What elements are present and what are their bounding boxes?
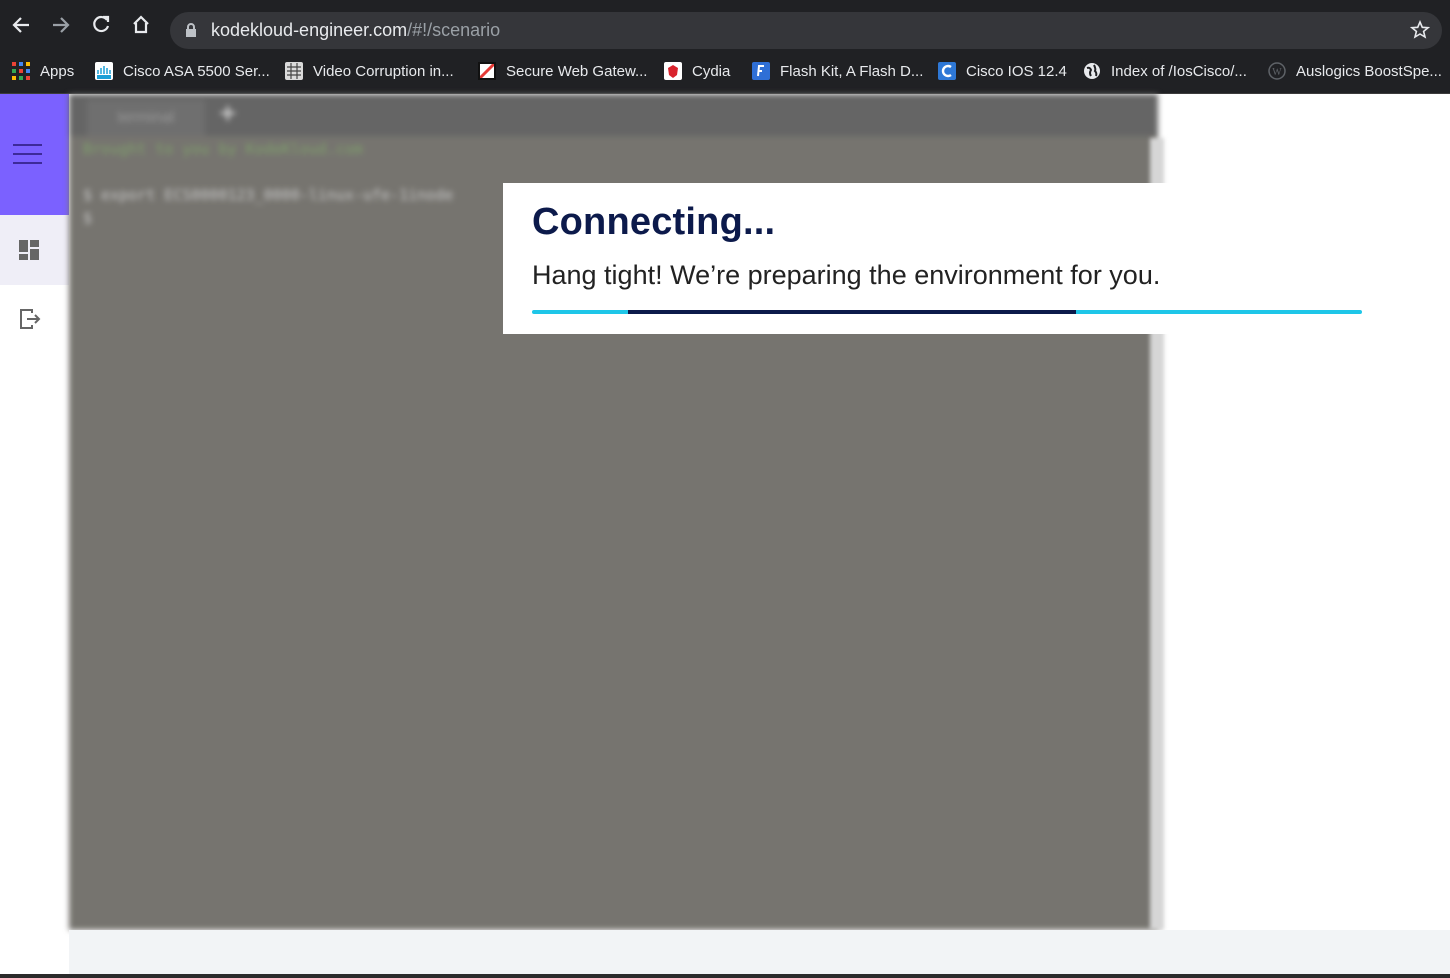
bookmark-label: Index of /IosCisco/...: [1111, 62, 1247, 80]
terminal-tab[interactable]: terminal: [87, 100, 205, 136]
bookmark-label: Flash Kit, A Flash D...: [780, 62, 924, 80]
globe-icon: [1083, 62, 1101, 80]
bookmark-label: Secure Web Gatew...: [506, 62, 648, 80]
bookmark-flash-kit[interactable]: Flash Kit, A Flash D...: [752, 60, 923, 82]
url-path: /#!/scenario: [407, 20, 501, 40]
forward-arrow-icon: [53, 17, 70, 33]
bookmark-cydia[interactable]: Cydia: [664, 60, 730, 82]
bookmark-label: Cisco ASA 5500 Ser...: [123, 62, 270, 80]
terminal-line: $: [83, 209, 93, 227]
secure-gateway-icon: [478, 62, 496, 80]
logout-nav-item[interactable]: [0, 285, 69, 355]
lock-icon: [186, 23, 196, 37]
bookmark-auslogics[interactable]: W Auslogics BoostSpe...: [1268, 60, 1442, 82]
dashboard-icon: [19, 240, 39, 260]
bookmark-secure-web-gateway[interactable]: Secure Web Gatew...: [478, 60, 647, 82]
logout-icon: [20, 309, 41, 329]
bookmark-label: Cisco IOS 12.4: [966, 62, 1067, 80]
terminal-tab-bar: terminal +: [69, 94, 1158, 136]
home-button[interactable]: [128, 12, 154, 38]
cisco-ios-icon: [938, 62, 956, 80]
grid-doc-icon: [285, 62, 303, 80]
connecting-title: Connecting...: [532, 201, 776, 243]
menu-button[interactable]: [0, 94, 69, 215]
back-button[interactable]: [8, 12, 34, 38]
progress-indicator: [628, 310, 1077, 314]
bookmark-label: Video Corruption in...: [313, 62, 454, 80]
bookmark-label: Cydia: [692, 62, 731, 80]
wordpress-icon: W: [1268, 62, 1286, 80]
add-terminal-button[interactable]: +: [219, 98, 237, 130]
bookmarks-bar: Apps Cisco ASA 5500 Ser... Video Corrupt…: [0, 50, 1450, 94]
svg-text:W: W: [1272, 67, 1282, 78]
dashboard-nav-item[interactable]: [0, 215, 69, 285]
bookmark-label: Apps: [40, 62, 75, 80]
bookmark-star-icon[interactable]: [1410, 20, 1430, 40]
connecting-subtitle: Hang tight! We’re preparing the environm…: [532, 260, 1161, 290]
url-host: kodekloud-engineer.com: [211, 20, 408, 40]
footer-strip: [69, 930, 1450, 974]
bookmark-cisco-ios[interactable]: Cisco IOS 12.4: [938, 60, 1067, 82]
address-bar[interactable]: kodekloud-engineer.com/#!/scenario: [170, 12, 1442, 49]
connecting-dialog: Connecting... Hang tight! We’re preparin…: [503, 183, 1450, 334]
bookmark-cisco-asa[interactable]: Cisco ASA 5500 Ser...: [95, 60, 270, 82]
progress-bar: [532, 310, 1362, 314]
forward-button[interactable]: [48, 12, 74, 38]
cydia-icon: [664, 62, 682, 80]
reload-icon: [93, 15, 110, 33]
back-arrow-icon: [12, 17, 29, 33]
bottom-border: [0, 974, 1450, 978]
bookmark-index-ioscisco[interactable]: Index of /IosCisco/...: [1083, 60, 1247, 82]
bookmark-label: Auslogics BoostSpe...: [1296, 62, 1442, 80]
bookmark-apps[interactable]: Apps: [12, 60, 74, 82]
bookmark-video-corruption[interactable]: Video Corruption in...: [285, 60, 454, 82]
flashkit-icon: [752, 62, 770, 80]
sidebar: [0, 94, 69, 978]
terminal-line: Brought to you by KodeKloud.com: [83, 140, 363, 158]
browser-toolbar: kodekloud-engineer.com/#!/scenario: [0, 0, 1450, 50]
terminal-line: $ export ECS0000123_0000-linux-ufe-1inod…: [83, 186, 454, 204]
reload-button[interactable]: [88, 12, 114, 38]
cisco-icon: [95, 62, 113, 80]
apps-grid-icon: [12, 62, 30, 80]
home-icon: [133, 15, 149, 34]
url-text: kodekloud-engineer.com/#!/scenario: [211, 20, 500, 41]
